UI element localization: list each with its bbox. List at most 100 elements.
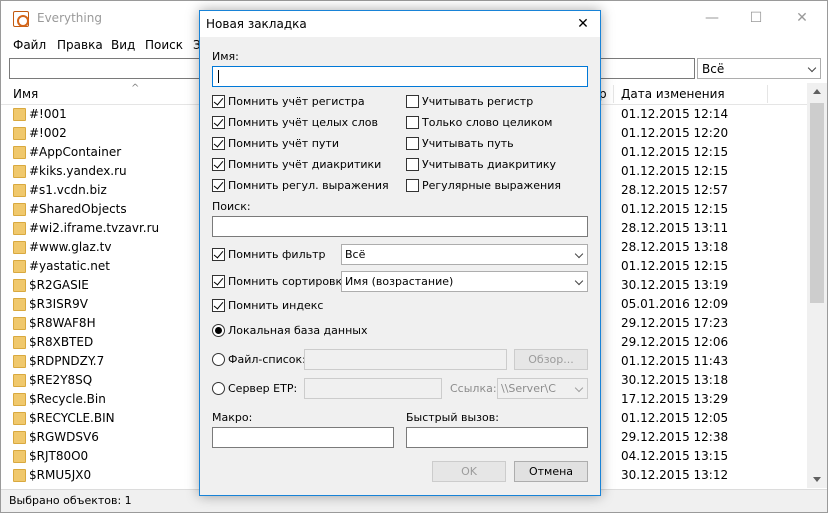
menu-view[interactable]: Вид xyxy=(111,38,135,52)
ftp-server-radio[interactable]: Сервер ETP: xyxy=(212,382,297,395)
file-name: #yastatic.net xyxy=(29,259,110,273)
folder-icon xyxy=(13,374,26,387)
link-select-value: \\Server\C xyxy=(501,382,556,395)
chevron-down-icon xyxy=(574,276,584,286)
menu-file[interactable]: Файл xyxy=(13,38,46,52)
checkbox-label: Помнить учёт регистра xyxy=(228,95,365,108)
checkbox-label: Учитывать путь xyxy=(422,137,514,150)
file-name: $RGWDSV6 xyxy=(29,430,99,444)
minimize-icon[interactable]: — xyxy=(689,1,735,35)
close-icon[interactable]: ✕ xyxy=(566,11,600,37)
file-date: 01.12.2015 12:15 xyxy=(621,259,729,273)
maximize-icon[interactable]: ☐ xyxy=(733,1,779,35)
scroll-down-icon[interactable] xyxy=(813,477,821,482)
file-date: 29.12.2015 12:06 xyxy=(621,335,729,349)
match-path-checkbox[interactable]: Учитывать путь xyxy=(406,137,514,150)
match-diacritics-checkbox[interactable]: Учитывать диакритику xyxy=(406,158,556,171)
file-name: #!001 xyxy=(29,107,67,121)
checkbox-checked-icon xyxy=(212,95,225,108)
close-window-icon[interactable]: ✕ xyxy=(779,1,825,35)
radio-label: Локальная база данных xyxy=(228,324,368,337)
ok-button[interactable]: OK xyxy=(432,461,506,482)
folder-icon xyxy=(13,203,26,216)
checkbox-label: Помнить учёт пути xyxy=(228,137,339,150)
regex-checkbox[interactable]: Регулярные выражения xyxy=(406,179,561,192)
app-title: Everything xyxy=(37,11,102,25)
file-date: 04.12.2015 13:15 xyxy=(621,449,729,463)
vertical-scrollbar[interactable] xyxy=(807,83,827,488)
file-date: 01.12.2015 12:20 xyxy=(621,126,729,140)
main-filter-select[interactable]: Всё xyxy=(697,58,821,79)
browse-button[interactable]: Обзор... xyxy=(514,349,588,370)
remember-sort-checkbox[interactable]: Помнить сортировку xyxy=(212,275,349,288)
menu-search[interactable]: Поиск xyxy=(145,38,183,52)
checkbox-checked-icon xyxy=(212,179,225,192)
radio-label: Сервер ETP: xyxy=(228,382,298,395)
file-name: $R8XBTED xyxy=(29,335,94,349)
macro-input[interactable] xyxy=(212,427,394,448)
file-date: 17.12.2015 13:29 xyxy=(621,392,729,406)
remember-match-case-checkbox[interactable]: Помнить учёт регистра xyxy=(212,95,365,108)
checkbox-checked-icon xyxy=(212,248,225,261)
folder-icon xyxy=(13,127,26,140)
scroll-up-icon[interactable] xyxy=(813,89,821,94)
folder-icon xyxy=(13,393,26,406)
name-label: Имя: xyxy=(212,50,239,63)
column-date-modified[interactable]: Дата изменения xyxy=(621,87,725,101)
remember-regex-checkbox[interactable]: Помнить регул. выражения xyxy=(212,179,389,192)
file-date: 29.12.2015 12:38 xyxy=(621,430,729,444)
column-divider[interactable] xyxy=(767,85,768,103)
sort-ascending-icon: ^ xyxy=(131,83,140,94)
file-date: 28.12.2015 13:18 xyxy=(621,240,729,254)
bookmark-search-input[interactable] xyxy=(212,216,588,237)
file-name: $RE2Y8SQ xyxy=(29,373,93,387)
remember-match-path-checkbox[interactable]: Помнить учёт пути xyxy=(212,137,339,150)
local-database-radio[interactable]: Локальная база данных xyxy=(212,324,367,337)
text-caret xyxy=(218,70,219,83)
file-name: $Recycle.Bin xyxy=(29,392,106,406)
file-date: 30.12.2015 13:19 xyxy=(621,278,729,292)
menu-edit[interactable]: Правка xyxy=(57,38,103,52)
file-name: #kiks.yandex.ru xyxy=(29,164,127,178)
radio-label: Файл-список: xyxy=(228,353,306,366)
file-date: 28.12.2015 12:57 xyxy=(621,183,729,197)
file-date: 30.12.2015 13:12 xyxy=(621,468,729,482)
remember-index-checkbox[interactable]: Помнить индекс xyxy=(212,299,323,312)
remember-diacritics-checkbox[interactable]: Помнить учёт диакритики xyxy=(212,158,381,171)
file-date: 30.12.2015 13:18 xyxy=(621,373,729,387)
whole-word-checkbox[interactable]: Только слово целиком xyxy=(406,116,552,129)
checkbox-icon xyxy=(406,116,419,129)
ftp-server-input[interactable] xyxy=(304,378,442,399)
checkbox-label: Помнить регул. выражения xyxy=(228,179,389,192)
file-name: #wi2.iframe.tvzavr.ru xyxy=(29,221,160,235)
match-case-checkbox[interactable]: Учитывать регистр xyxy=(406,95,533,108)
hotkey-input[interactable] xyxy=(406,427,588,448)
sort-select[interactable]: Имя (возрастание) xyxy=(341,271,588,292)
remember-filter-checkbox[interactable]: Помнить фильтр xyxy=(212,248,326,261)
file-date: 28.12.2015 13:11 xyxy=(621,221,729,235)
hotkey-label: Быстрый вызов: xyxy=(406,411,499,424)
new-bookmark-dialog: Новая закладка ✕ Имя: Помнить учёт регис… xyxy=(199,10,601,496)
folder-icon xyxy=(13,355,26,368)
file-list-input[interactable] xyxy=(304,349,507,370)
cancel-button[interactable]: Отмена xyxy=(514,461,588,482)
column-divider[interactable] xyxy=(613,85,614,103)
checkbox-label: Помнить фильтр xyxy=(228,248,326,261)
filter-select[interactable]: Всё xyxy=(341,244,588,265)
folder-icon xyxy=(13,298,26,311)
remember-whole-word-checkbox[interactable]: Помнить учёт целых слов xyxy=(212,116,378,129)
column-name[interactable]: Имя xyxy=(13,87,38,101)
everything-app-icon xyxy=(13,11,29,27)
folder-icon xyxy=(13,108,26,121)
folder-icon xyxy=(13,279,26,292)
folder-icon xyxy=(13,184,26,197)
folder-icon xyxy=(13,336,26,349)
file-name: #AppContainer xyxy=(29,145,122,159)
file-name: $RECYCLE.BIN xyxy=(29,411,115,425)
bookmark-name-input[interactable] xyxy=(212,66,588,87)
radio-icon xyxy=(212,382,225,395)
scroll-thumb[interactable] xyxy=(810,103,824,303)
link-select[interactable]: \\Server\C xyxy=(497,378,588,399)
file-list-radio[interactable]: Файл-список: xyxy=(212,353,306,366)
checkbox-label: Регулярные выражения xyxy=(422,179,561,192)
